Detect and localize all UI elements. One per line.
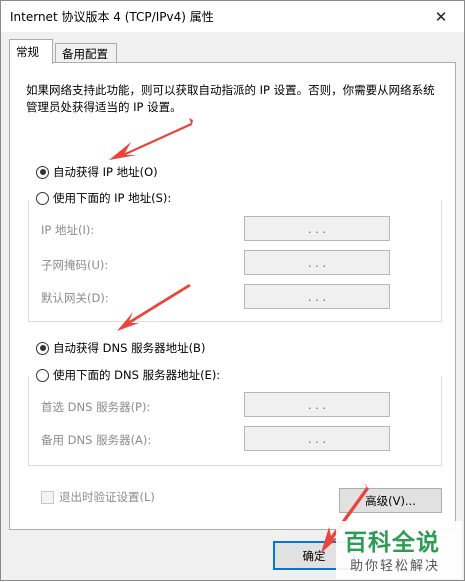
advanced-button-label: 高级(V)...: [365, 493, 416, 508]
preferred-dns-input[interactable]: . . .: [244, 392, 390, 417]
validate-label: 退出时验证设置(L): [59, 490, 155, 504]
preferred-dns-label: 首选 DNS 服务器(P):: [41, 400, 151, 414]
general-panel: 如果网络支持此功能，则可以获取自动指派的 IP 设置。否则，你需要从网络系统管理…: [9, 62, 456, 530]
ip-auto-option[interactable]: 自动获得 IP 地址(O): [36, 164, 158, 180]
validate-option[interactable]: 退出时验证设置(L): [41, 489, 155, 505]
dns-auto-radio[interactable]: [36, 341, 49, 355]
ok-button-label: 确定: [302, 548, 326, 563]
default-gateway-input[interactable]: . . .: [244, 284, 390, 309]
dns-manual-radio[interactable]: [36, 368, 49, 382]
dns-manual-group: [28, 376, 442, 466]
tab-alternate-config[interactable]: 备用配置: [55, 43, 117, 63]
ip-address-dots: . . .: [307, 221, 327, 236]
subnet-mask-label: 子网掩码(U):: [41, 258, 109, 272]
advanced-button[interactable]: 高级(V)...: [339, 488, 442, 513]
window-title: Internet 协议版本 4 (TCP/IPv4) 属性: [10, 10, 214, 24]
ip-manual-option[interactable]: 使用下面的 IP 地址(S):: [36, 190, 176, 206]
alternate-dns-dots: . . .: [307, 431, 327, 446]
subnet-mask-input[interactable]: . . .: [244, 250, 390, 275]
dns-auto-label: 自动获得 DNS 服务器地址(B): [53, 341, 206, 355]
validate-checkbox[interactable]: [41, 490, 54, 504]
watermark-main: 百科全说: [344, 530, 440, 556]
ip-auto-label: 自动获得 IP 地址(O): [53, 165, 158, 179]
alternate-dns-input[interactable]: . . .: [244, 426, 390, 451]
alternate-dns-label: 备用 DNS 服务器(A):: [41, 433, 152, 447]
preferred-dns-dots: . . .: [307, 397, 327, 412]
description-text: 如果网络支持此功能，则可以获取自动指派的 IP 设置。否则，你需要从网络系统管理…: [26, 83, 435, 114]
dns-manual-label: 使用下面的 DNS 服务器地址(E):: [53, 368, 221, 382]
title-bar[interactable]: Internet 协议版本 4 (TCP/IPv4) 属性 ✕: [1, 1, 464, 32]
watermark: 百科全说 助你轻松解决: [336, 521, 462, 579]
tab-general-label: 常规: [16, 45, 39, 59]
ip-manual-label: 使用下面的 IP 地址(S):: [53, 191, 172, 205]
ip-manual-radio[interactable]: [36, 191, 49, 205]
watermark-sub: 助你轻松解决: [350, 559, 441, 574]
tab-alternate-config-label: 备用配置: [62, 46, 108, 61]
dns-auto-option[interactable]: 自动获得 DNS 服务器地址(B): [36, 340, 205, 356]
ip-auto-radio[interactable]: [36, 165, 49, 179]
tab-general[interactable]: 常规: [9, 39, 53, 64]
default-gateway-dots: . . .: [307, 289, 327, 304]
ip-address-input[interactable]: . . .: [244, 216, 390, 241]
dialog-window: Internet 协议版本 4 (TCP/IPv4) 属性 ✕ 常规 备用配置 …: [0, 0, 465, 581]
close-icon[interactable]: ✕: [418, 1, 464, 32]
subnet-mask-dots: . . .: [307, 255, 327, 270]
dns-manual-option[interactable]: 使用下面的 DNS 服务器地址(E):: [36, 367, 225, 383]
default-gateway-label: 默认网关(D):: [41, 291, 109, 305]
ip-address-label: IP 地址(I):: [41, 223, 95, 237]
